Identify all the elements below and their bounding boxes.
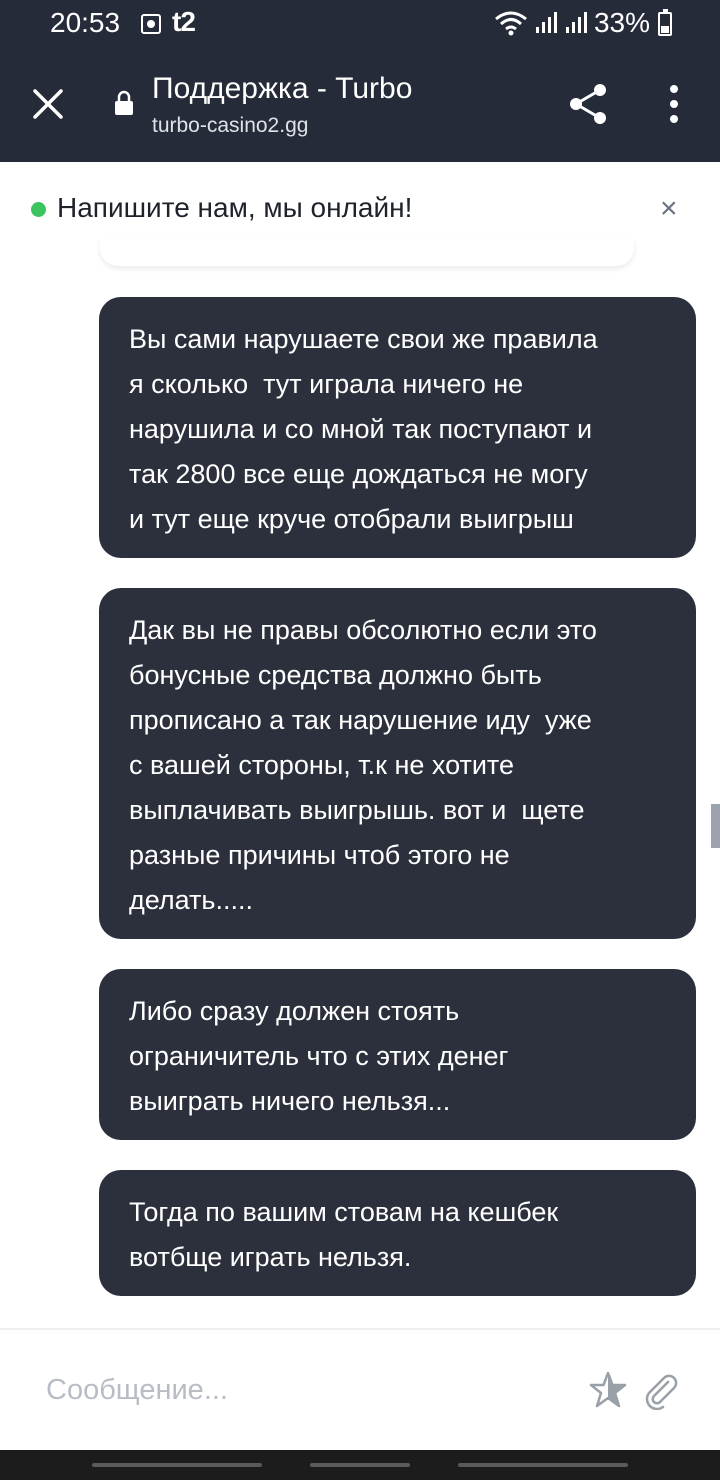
scrollbar-thumb[interactable] bbox=[711, 804, 720, 848]
status-bar: 20:53 t2 33% bbox=[0, 0, 720, 50]
message-input[interactable]: Сообщение... bbox=[46, 1374, 228, 1407]
previous-message-edge bbox=[100, 238, 634, 266]
message-composer: Сообщение... bbox=[0, 1328, 720, 1450]
message-line: ограничитель что с этих денег bbox=[129, 1041, 509, 1071]
wifi-icon bbox=[495, 11, 527, 36]
status-right-group: 33% bbox=[494, 7, 650, 39]
nav-home-handle[interactable] bbox=[310, 1463, 410, 1467]
battery-icon bbox=[658, 9, 672, 36]
battery-percent: 33% bbox=[593, 7, 650, 38]
message-line: с вашей стороны, т.к не хотите bbox=[129, 750, 515, 780]
message-line: нарушила и со мной так поступают и bbox=[129, 414, 593, 444]
message-line: выплачивать выигрышь. вот и щете bbox=[129, 795, 585, 825]
paperclip-icon[interactable] bbox=[640, 1370, 680, 1410]
chat-close-icon[interactable]: × bbox=[660, 194, 678, 224]
star-icon[interactable] bbox=[588, 1370, 628, 1410]
message-line: разные причины чтоб этого не bbox=[129, 840, 510, 870]
message-line: бонусные средства должно быть bbox=[129, 660, 542, 690]
message-line: Либо сразу должен стоять bbox=[129, 996, 460, 1026]
online-status-text: Напишите нам, мы онлайн! bbox=[57, 192, 413, 223]
message-line: и тут еще круче отобрали выигрыш bbox=[129, 504, 574, 534]
chat-message: Тогда по вашим стовам на кешбек вотбще и… bbox=[99, 1170, 696, 1296]
status-time: 20:53 bbox=[50, 7, 121, 38]
page-title: Поддержка - Turbo bbox=[152, 72, 413, 105]
message-line: Дак вы не правы обсолютно если это bbox=[129, 615, 597, 645]
chat-message: Либо сразу должен стоять ограничитель чт… bbox=[99, 969, 696, 1140]
message-line: прописано а так нарушение иду уже bbox=[129, 705, 592, 735]
chat-message: Дак вы не правы обсолютно если это бонус… bbox=[99, 588, 696, 939]
nav-recents-handle[interactable] bbox=[92, 1463, 262, 1467]
message-line: делать..... bbox=[129, 885, 253, 915]
signal-icon bbox=[565, 12, 587, 33]
share-icon[interactable] bbox=[566, 82, 610, 126]
carrier-label: t2 bbox=[172, 6, 196, 37]
message-line: так 2800 все еще дождаться не могу bbox=[129, 459, 588, 489]
message-line: вотбще играть нельзя. bbox=[129, 1242, 412, 1272]
page-url[interactable]: turbo-casino2.gg bbox=[152, 114, 308, 138]
online-status-dot bbox=[31, 202, 46, 217]
lock-icon bbox=[115, 90, 133, 115]
nav-back-handle[interactable] bbox=[458, 1463, 628, 1467]
browser-toolbar: Поддержка - Turbo turbo-casino2.gg bbox=[0, 50, 720, 162]
system-nav-bar bbox=[0, 1450, 720, 1480]
alarm-icon bbox=[141, 14, 161, 34]
message-line: выиграть ничего нельзя... bbox=[129, 1086, 451, 1116]
message-line: Вы сами нарушаете свои же правила bbox=[129, 324, 598, 354]
message-line: я сколько тут играла ничего не bbox=[129, 369, 524, 399]
more-vert-icon[interactable] bbox=[660, 84, 688, 124]
chat-message: Вы сами нарушаете свои же правила я скол… bbox=[99, 297, 696, 558]
close-icon[interactable] bbox=[30, 86, 66, 122]
message-line: Тогда по вашим стовам на кешбек bbox=[129, 1197, 559, 1227]
signal-icon bbox=[535, 12, 557, 33]
